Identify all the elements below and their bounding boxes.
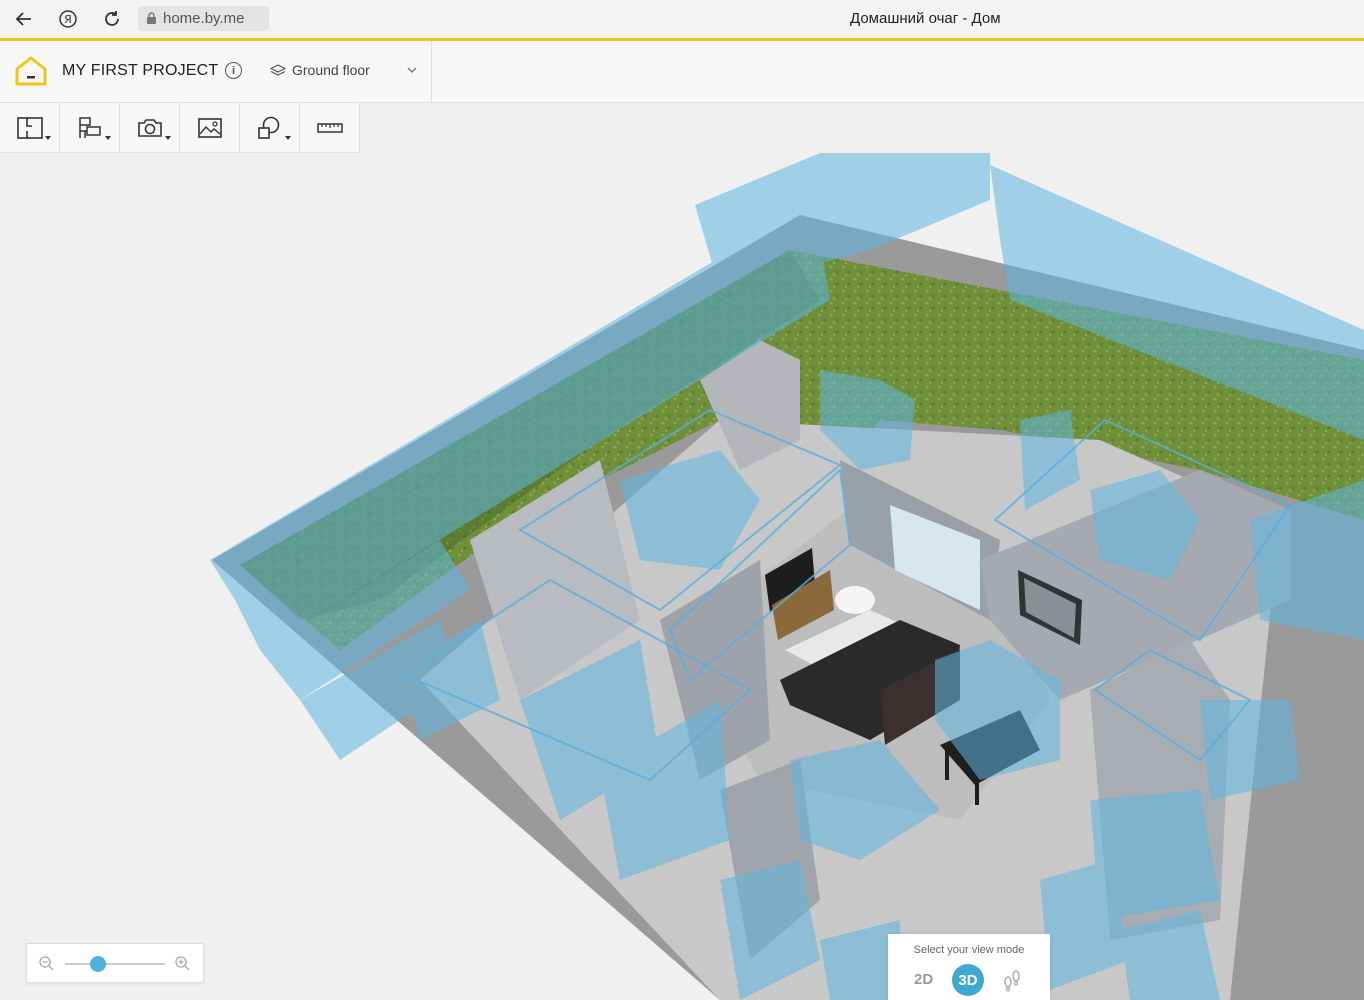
caret-down-icon xyxy=(45,136,51,140)
view-mode-panel: Select your view mode 2D 3D xyxy=(888,934,1050,1000)
view-2d-button[interactable]: 2D xyxy=(914,971,933,988)
layers-icon xyxy=(270,64,286,76)
project-name[interactable]: MY FIRST PROJECT xyxy=(62,62,218,80)
page-title: Домашний очаг - Дом xyxy=(850,10,1001,27)
camera-tool-button[interactable] xyxy=(120,103,180,153)
address-bar[interactable]: home.by.me xyxy=(138,6,269,31)
zoom-slider-track[interactable] xyxy=(65,963,165,965)
url-text: home.by.me xyxy=(163,10,245,27)
info-icon[interactable]: i xyxy=(225,62,242,79)
footsteps-icon[interactable] xyxy=(1002,968,1022,992)
zoom-slider-handle[interactable] xyxy=(90,956,106,972)
back-icon[interactable] xyxy=(10,5,38,33)
home-logo-icon[interactable] xyxy=(14,55,48,87)
reload-icon[interactable] xyxy=(98,5,126,33)
view-3d-button[interactable]: 3D xyxy=(952,964,984,996)
shapes-icon xyxy=(257,116,279,139)
divider xyxy=(431,41,432,103)
house-3d-render xyxy=(210,153,1364,1000)
ruler-icon xyxy=(316,123,343,133)
chevron-down-icon[interactable] xyxy=(405,63,419,77)
furniture-icon xyxy=(78,117,101,138)
zoom-in-icon[interactable] xyxy=(175,956,190,971)
floorplan-icon xyxy=(16,117,43,139)
image-tool-button[interactable] xyxy=(180,103,240,153)
measure-tool-button[interactable] xyxy=(300,103,360,153)
svg-text:Я: Я xyxy=(64,13,72,26)
zoom-out-icon[interactable] xyxy=(39,956,54,971)
caret-down-icon xyxy=(285,136,291,140)
zoom-control xyxy=(26,943,204,983)
lock-icon xyxy=(147,12,156,24)
furniture-tool-button[interactable] xyxy=(60,103,120,153)
caret-down-icon xyxy=(105,136,111,140)
shapes-tool-button[interactable] xyxy=(240,103,300,153)
view-mode-label: Select your view mode xyxy=(913,944,1025,956)
yandex-icon[interactable]: Я xyxy=(54,5,82,33)
floor-label: Ground floor xyxy=(292,62,370,78)
caret-down-icon xyxy=(165,136,171,140)
browser-bar: Я home.by.me Домашний очаг - Дом xyxy=(0,0,1364,38)
floorplan-tool-button[interactable] xyxy=(0,103,60,153)
camera-icon xyxy=(137,119,162,137)
floor-selector[interactable]: Ground floor xyxy=(270,62,370,78)
toolbar xyxy=(0,103,360,153)
app-header: MY FIRST PROJECT i Ground floor xyxy=(0,41,1364,103)
image-icon xyxy=(197,118,222,138)
3d-viewport[interactable] xyxy=(0,153,1364,1000)
